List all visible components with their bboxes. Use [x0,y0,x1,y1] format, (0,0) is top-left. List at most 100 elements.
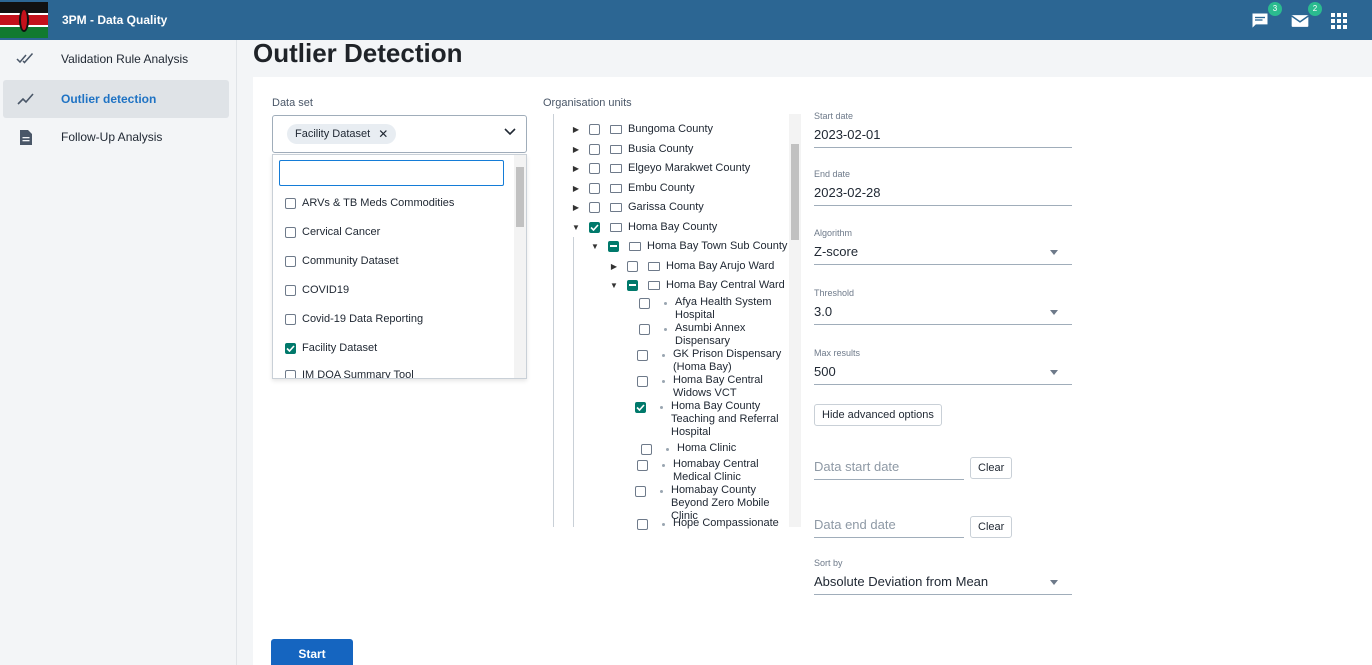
expand-caret-down-icon[interactable]: ▼ [590,242,600,251]
tree-node-unit[interactable]: ▶ Elgeyo Marakwet County [571,162,750,174]
hide-advanced-options-button[interactable]: Hide advanced options [814,404,942,426]
checkbox[interactable] [589,182,600,194]
tree-node-label: Homa Bay Arujo Ward [666,260,775,272]
threshold-value[interactable]: 3.0 [814,304,1072,325]
dataset-option[interactable]: IM DQA Summary Tool [285,365,414,378]
tree-leaf-unit[interactable]: Asumbi Annex Dispensary [639,322,787,348]
checkbox[interactable] [589,201,600,213]
data-end-date-input[interactable]: Data end date [814,517,964,538]
dataset-option[interactable]: Covid-19 Data Reporting [285,309,423,329]
chevron-down-icon[interactable] [504,128,516,136]
checkbox[interactable] [637,519,648,530]
tree-node-label: Homa Bay County [628,221,718,233]
tree-node-unit[interactable]: ▼ Homa Bay Central Ward [609,279,785,291]
dataset-search-input[interactable] [279,160,504,186]
checkbox[interactable] [285,313,296,325]
tree-node-unit[interactable]: ▼ Homa Bay County [571,221,717,233]
threshold-select[interactable]: Threshold 3.0 [814,288,1072,325]
algorithm-select[interactable]: Algorithm Z-score [814,228,1072,265]
checkbox[interactable] [285,369,296,378]
checkbox[interactable] [635,402,646,413]
sidebar-item-validation-rule-analysis[interactable]: Validation Rule Analysis [3,40,229,78]
expand-caret-right-icon[interactable]: ▶ [571,145,581,154]
data-start-date-input[interactable]: Data start date [814,459,964,480]
checkbox[interactable] [589,143,600,155]
checkbox[interactable] [589,123,600,135]
sidebar-item-follow-up-analysis[interactable]: Follow-Up Analysis [3,118,229,156]
sidebar-item-outlier-detection[interactable]: Outlier detection [3,80,229,118]
leaf-dot-icon [662,354,665,357]
expand-caret-right-icon[interactable]: ▶ [571,184,581,193]
messages-button[interactable]: 3 [1250,2,1282,32]
dropdown-scrollbar[interactable] [514,155,526,378]
data-set-select[interactable]: Facility Dataset ✕ [272,115,527,153]
checkbox[interactable] [285,197,296,209]
leaf-dot-icon [664,328,667,331]
start-button[interactable]: Start [271,639,353,665]
max-results-select[interactable]: Max results 500 [814,348,1072,385]
tree-node-unit[interactable]: ▼ Homa Bay Town Sub County [590,240,787,252]
algorithm-value[interactable]: Z-score [814,244,1072,265]
clear-data-end-date-button[interactable]: Clear [970,516,1013,538]
expand-caret-down-icon[interactable]: ▼ [571,223,581,232]
dataset-option[interactable]: Facility Dataset [285,338,377,358]
checkbox[interactable] [637,376,648,387]
apps-button[interactable] [1330,8,1354,32]
end-date-field[interactable]: End date 2023-02-28 [814,169,1072,206]
checkbox[interactable] [285,255,296,267]
dataset-option[interactable]: ARVs & TB Meds Commodities [285,193,454,213]
checkbox[interactable] [627,260,638,272]
tree-leaf-unit[interactable]: Homa Bay County Teaching and Referral Ho… [635,400,783,439]
option-label: Community Dataset [302,255,399,267]
checkbox[interactable] [637,460,648,471]
checkbox[interactable] [641,444,652,455]
tree-leaf-label: Homa Bay County Teaching and Referral Ho… [671,400,779,438]
expand-caret-right-icon[interactable]: ▶ [571,164,581,173]
end-date-value[interactable]: 2023-02-28 [814,185,1072,206]
tree-leaf-unit[interactable]: Homa Bay Central Widows VCT [637,374,785,400]
start-date-value[interactable]: 2023-02-01 [814,127,1072,148]
tree-node-unit[interactable]: ▶ Busia County [571,143,694,155]
tree-leaf-label: Homa Clinic [677,442,737,454]
tree-leaf-unit[interactable]: Homa Clinic [641,442,789,455]
checkbox[interactable] [285,226,296,238]
expand-caret-right-icon[interactable]: ▶ [571,125,581,134]
tree-leaf-unit[interactable]: Homabay Central Medical Clinic [637,458,785,484]
email-button[interactable]: 2 [1290,2,1322,32]
expand-caret-right-icon[interactable]: ▶ [571,203,581,212]
apps-grid-icon [1331,13,1347,29]
checkbox[interactable] [627,279,638,291]
checkbox-checked[interactable] [285,342,296,354]
checkbox[interactable] [635,486,646,497]
tree-scrollbar[interactable] [789,114,801,527]
selected-dataset-chip[interactable]: Facility Dataset ✕ [287,124,397,144]
max-results-value[interactable]: 500 [814,364,1072,385]
expand-caret-right-icon[interactable]: ▶ [609,262,619,271]
sort-by-select[interactable]: Sort by Absolute Deviation from Mean [814,558,1072,595]
dataset-option[interactable]: Community Dataset [285,251,399,271]
double-check-icon [15,53,37,65]
leaf-dot-icon [664,302,667,305]
dataset-option[interactable]: COVID19 [285,280,349,300]
dataset-option[interactable]: Cervical Cancer [285,222,380,242]
tree-node-unit[interactable]: ▶ Homa Bay Arujo Ward [609,260,775,272]
start-date-field[interactable]: Start date 2023-02-01 [814,111,1072,148]
sort-by-value[interactable]: Absolute Deviation from Mean [814,574,1072,595]
tree-node-unit[interactable]: ▶ Garissa County [571,201,704,213]
checkbox[interactable] [589,221,600,233]
checkbox[interactable] [589,162,600,174]
checkbox[interactable] [285,284,296,296]
checkbox[interactable] [608,240,619,252]
expand-caret-down-icon[interactable]: ▼ [609,281,619,290]
clear-data-start-date-button[interactable]: Clear [970,457,1013,479]
checkbox[interactable] [639,298,650,309]
checkbox[interactable] [639,324,650,335]
remove-chip-icon[interactable]: ✕ [378,127,388,141]
tree-node-unit[interactable]: ▶ Bungoma County [571,123,713,135]
tree-leaf-unit[interactable]: Hope Compassionate [637,517,785,530]
checkbox[interactable] [637,350,648,361]
tree-leaf-unit[interactable]: GK Prison Dispensary (Homa Bay) [637,348,785,374]
tree-node-unit[interactable]: ▶ Embu County [571,182,695,194]
caret-down-icon [1050,250,1058,255]
tree-leaf-unit[interactable]: Afya Health System Hospital [639,296,787,322]
